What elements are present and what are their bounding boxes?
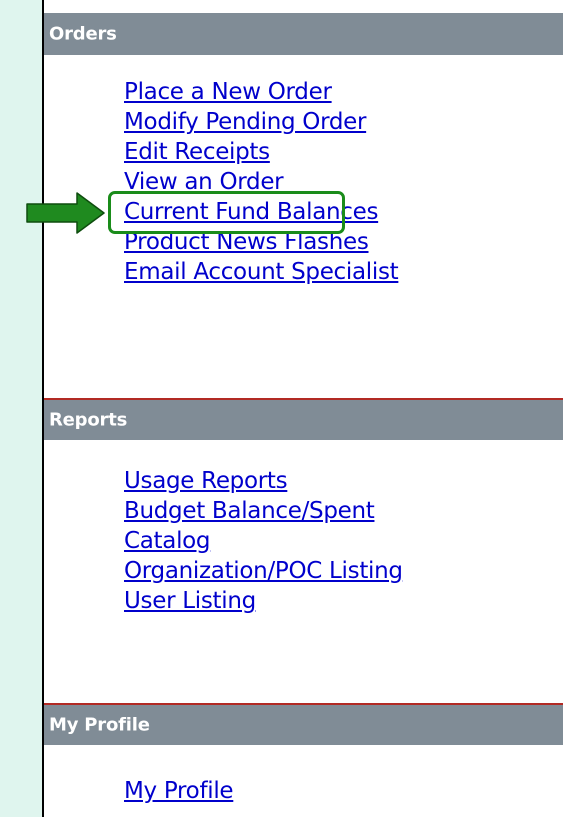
section-title-my-profile: My Profile: [49, 714, 150, 736]
organization-poc-listing-link[interactable]: Organization/POC Listing: [124, 558, 403, 584]
reports-link-list: Usage Reports Budget Balance/Spent Catal…: [124, 466, 403, 616]
section-header-my-profile: My Profile: [44, 703, 563, 745]
edit-receipts-link[interactable]: Edit Receipts: [124, 139, 270, 165]
email-account-specialist-link[interactable]: Email Account Specialist: [124, 259, 399, 285]
list-item: Modify Pending Order: [124, 107, 398, 137]
place-new-order-link[interactable]: Place a New Order: [124, 79, 332, 105]
section-title-orders: Orders: [49, 23, 117, 45]
navigation-panel: Orders Place a New Order Modify Pending …: [42, 0, 563, 817]
arrow-right-icon: [26, 192, 105, 234]
user-listing-link[interactable]: User Listing: [124, 588, 256, 614]
modify-pending-order-link[interactable]: Modify Pending Order: [124, 109, 366, 135]
section-header-orders: Orders: [44, 13, 563, 55]
list-item: User Listing: [124, 586, 403, 616]
list-item: My Profile: [124, 776, 234, 806]
my-profile-link[interactable]: My Profile: [124, 778, 234, 804]
list-item: Edit Receipts: [124, 137, 398, 167]
usage-reports-link[interactable]: Usage Reports: [124, 468, 288, 494]
catalog-link[interactable]: Catalog: [124, 528, 211, 554]
list-item: Budget Balance/Spent: [124, 496, 403, 526]
my-profile-link-list: My Profile: [124, 776, 234, 806]
orders-link-list: Place a New Order Modify Pending Order E…: [124, 77, 399, 287]
highlight-box: [108, 191, 345, 234]
list-item: Catalog: [124, 526, 403, 556]
list-item: Email Account Specialist: [124, 257, 399, 287]
section-title-reports: Reports: [49, 409, 128, 431]
budget-balance-spent-link[interactable]: Budget Balance/Spent: [124, 498, 375, 524]
list-item: Usage Reports: [124, 466, 403, 496]
list-item: Organization/POC Listing: [124, 556, 403, 586]
list-item: Place a New Order: [124, 77, 398, 107]
section-header-reports: Reports: [44, 398, 563, 440]
